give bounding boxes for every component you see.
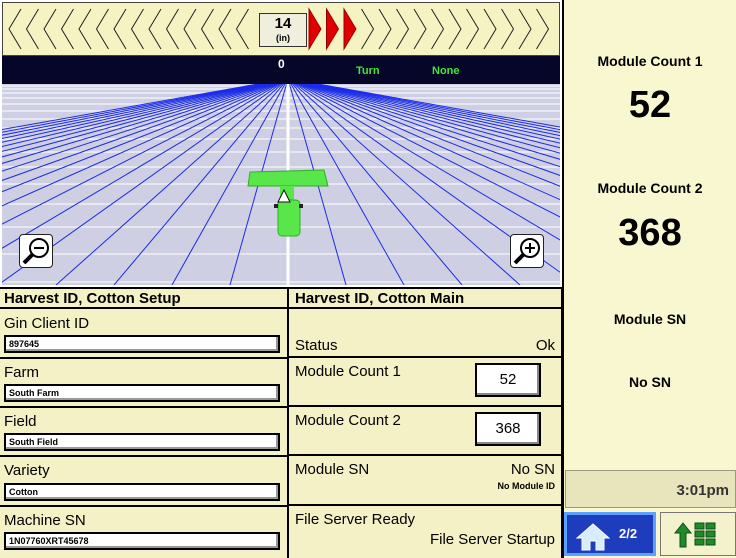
divider (289, 504, 561, 506)
zoom-in-icon (513, 238, 540, 265)
divider (289, 356, 561, 358)
machine-sn-label: Machine SN (4, 512, 86, 529)
menu-grid-icon (673, 522, 716, 548)
zoom-out-icon (22, 238, 49, 265)
home-page-button[interactable]: 2/2 (564, 512, 656, 556)
file-server-status: File Server Ready (295, 511, 416, 528)
field-perspective-view (2, 84, 560, 285)
divider (0, 357, 287, 359)
module-count-1-label: Module Count 1 (597, 53, 703, 69)
module-count-2-field[interactable]: 368 (475, 412, 541, 446)
field-grid (2, 84, 560, 285)
module-sn-label: Module SN (613, 311, 687, 327)
module-count-2-value: 368 (618, 212, 682, 254)
home-icon (576, 523, 610, 551)
lightbar: 14 (in) (2, 2, 560, 56)
module-sn-value: No SN (629, 374, 671, 390)
divider (289, 307, 561, 309)
file-server-startup: File Server Startup (429, 531, 555, 548)
page-indicator: 2/2 (619, 526, 638, 541)
menu-button[interactable] (660, 512, 736, 556)
module-count-1-value: 52 (628, 84, 672, 126)
module-count-1-label: Module Count 1 (295, 363, 401, 380)
divider (289, 454, 561, 456)
main-panel-title: Harvest ID, Cotton Main (295, 290, 465, 307)
main-panel: Harvest ID, Cotton Main Status Ok Module… (289, 289, 561, 558)
machine-sn-field[interactable]: 1N07760XRT45678 (4, 532, 280, 550)
module-count-1-field[interactable]: 52 (475, 363, 541, 397)
status-label: Status (295, 337, 338, 354)
offset-value: 14 (274, 15, 292, 32)
field-label: Field (4, 413, 37, 430)
gin-client-id-field[interactable]: 897645 (4, 335, 280, 353)
module-sn-label: Module SN (295, 461, 370, 478)
setup-panel: Harvest ID, Cotton Setup Gin Client ID 8… (0, 289, 287, 558)
status-value: Ok (535, 337, 555, 354)
turn-label: Turn (356, 65, 380, 77)
offset-readout: 14 (in) (259, 13, 307, 47)
guidance-view: 14 (in) 0 Turn None (0, 0, 562, 287)
module-count-2-label: Module Count 2 (295, 412, 401, 429)
tractor-icon (247, 169, 329, 237)
farm-field[interactable]: South Farm (4, 384, 280, 402)
module-sn-value: No SN (510, 461, 555, 478)
field-field[interactable]: South Field (4, 433, 280, 451)
module-count-2-label: Module Count 2 (597, 180, 703, 196)
divider (0, 455, 287, 457)
gin-client-id-label: Gin Client ID (4, 315, 90, 332)
divider (289, 405, 561, 407)
variety-label: Variety (4, 462, 50, 479)
zoom-out-button[interactable] (19, 234, 53, 268)
farm-label: Farm (4, 364, 39, 381)
module-id-value: No Module ID (497, 481, 556, 491)
cross-track-value: 0 (278, 57, 285, 71)
divider (0, 406, 287, 408)
guidance-info-bar: 0 Turn None (2, 56, 560, 84)
divider (0, 307, 287, 309)
clock: 3:01pm (565, 470, 736, 508)
turn-value: None (432, 65, 460, 77)
divider (0, 505, 287, 507)
variety-field[interactable]: Cotton (4, 483, 280, 501)
offset-unit: (in) (276, 33, 290, 43)
setup-panel-title: Harvest ID, Cotton Setup (4, 290, 181, 307)
zoom-in-button[interactable] (510, 234, 544, 268)
